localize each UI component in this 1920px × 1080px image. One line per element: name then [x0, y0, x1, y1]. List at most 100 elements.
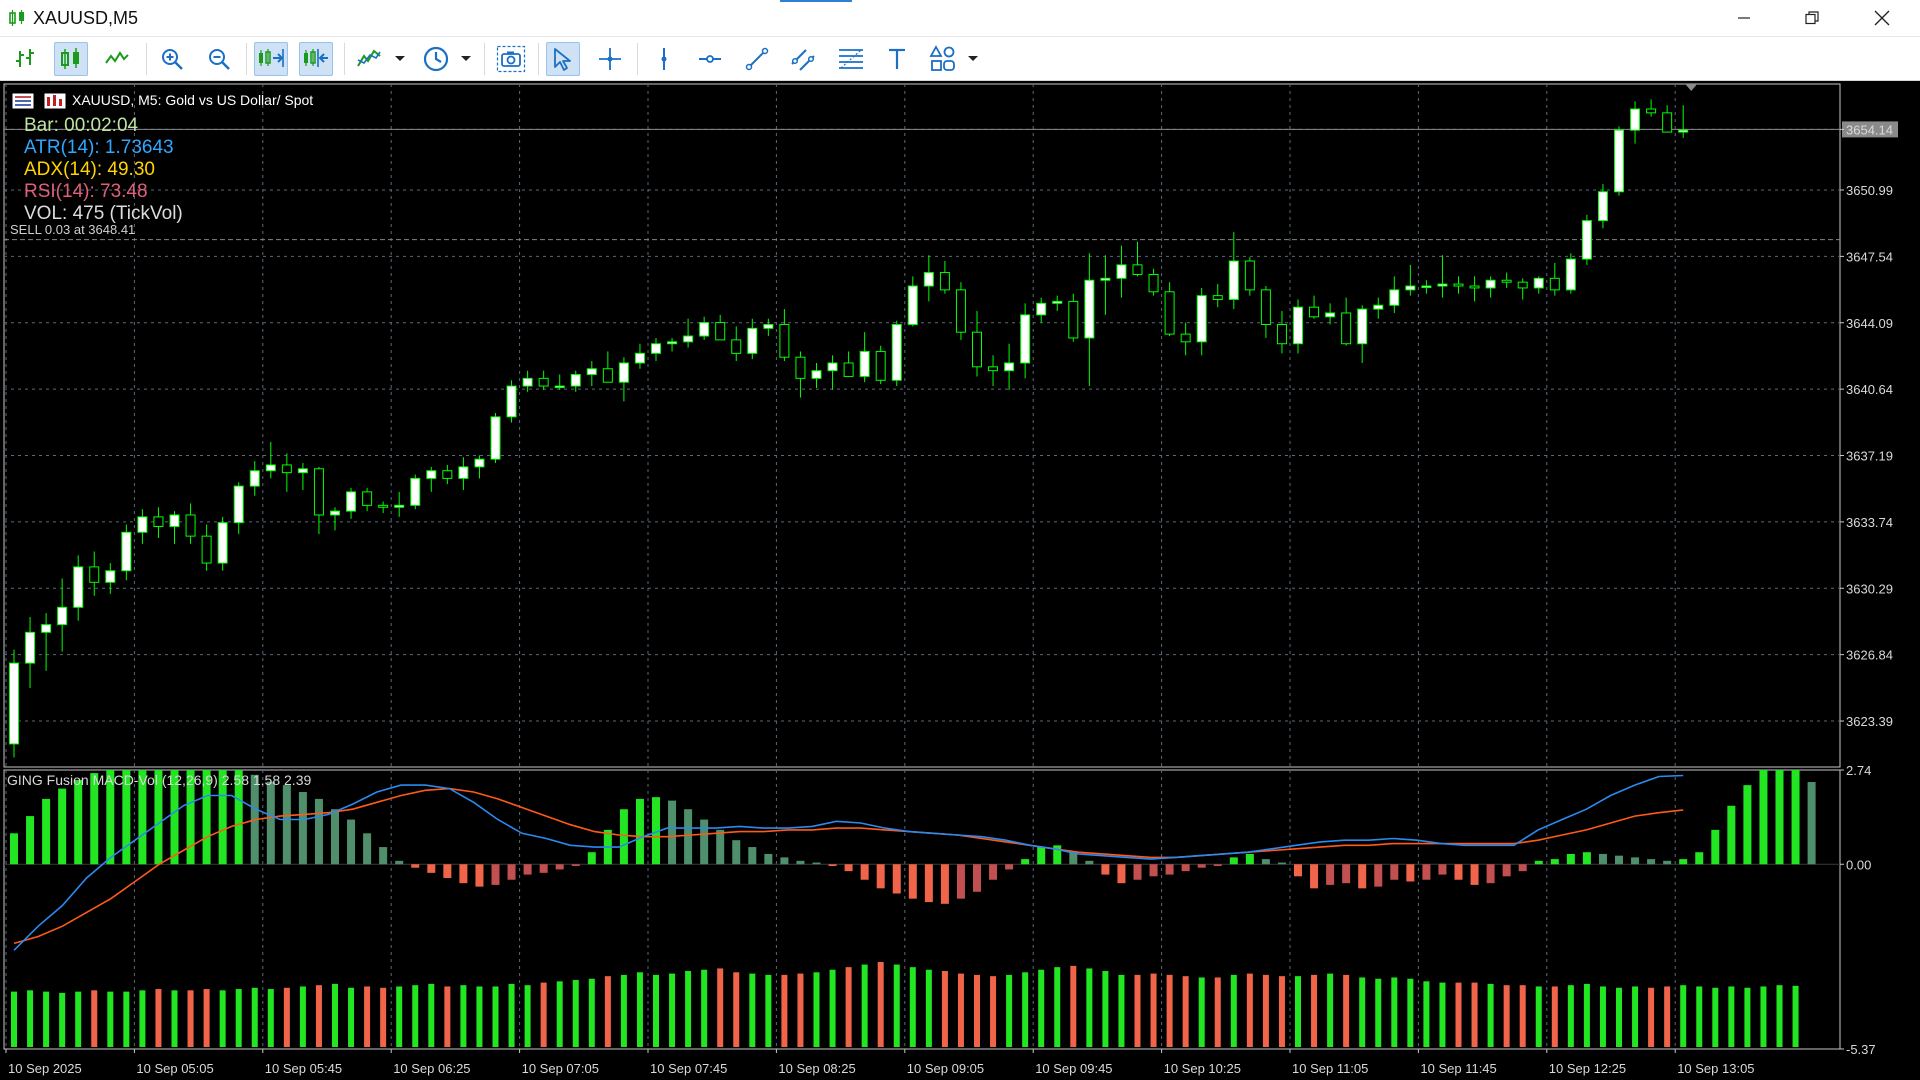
- chevron-down-icon[interactable]: [966, 51, 980, 65]
- restore-button[interactable]: [1778, 0, 1846, 36]
- bull-candle: [1052, 300, 1063, 304]
- camera-icon: [496, 45, 526, 73]
- volume-bar: [492, 986, 499, 1047]
- minimize-button[interactable]: [1710, 0, 1778, 36]
- macd-histogram-bar: [1358, 864, 1367, 889]
- chart-properties-icon[interactable]: [44, 93, 66, 109]
- macd-histogram-bar: [411, 864, 420, 868]
- macd-histogram-bar: [1807, 782, 1816, 865]
- volume-bar: [893, 964, 900, 1047]
- bear-candle: [795, 356, 806, 379]
- volume-bar: [1391, 977, 1398, 1047]
- macd-histogram-bar: [1197, 864, 1206, 868]
- macd-histogram-bar: [764, 853, 773, 865]
- bull-candle: [1437, 283, 1448, 287]
- bull-candle: [1581, 220, 1592, 260]
- bear-candle: [1341, 312, 1352, 345]
- text-button[interactable]: [880, 42, 914, 76]
- volume-bar: [1166, 974, 1173, 1047]
- horizontal-line-icon: [699, 55, 721, 63]
- candlestick-chart-icon: [8, 9, 26, 27]
- shapes-button[interactable]: [926, 42, 960, 76]
- toolbar-separator: [484, 43, 485, 75]
- volume-bar: [974, 974, 980, 1047]
- macd-histogram-bar: [42, 798, 51, 865]
- bear-candle: [939, 272, 950, 291]
- chart-shift-button[interactable]: [299, 42, 333, 76]
- price-axis-label: 3626.84: [1846, 648, 1893, 663]
- candlestick-chart-button[interactable]: [54, 42, 88, 76]
- crosshair-button[interactable]: [593, 42, 627, 76]
- volume-bar: [717, 968, 724, 1047]
- macd-histogram-bar: [1101, 864, 1110, 875]
- toolbar-separator: [538, 43, 539, 75]
- volume-bar: [1262, 974, 1269, 1047]
- volume-bar: [765, 974, 772, 1047]
- equidistant-channel-button[interactable]: [786, 42, 820, 76]
- bull-candle: [522, 377, 533, 387]
- indicators-button[interactable]: [353, 42, 387, 76]
- chart-window[interactable]: 3654.14 3650.99 3647.54 3644.09 3640.64 3637.…: [0, 81, 1920, 1080]
- volume-bar: [1439, 982, 1446, 1047]
- horizontal-line-button[interactable]: [693, 42, 727, 76]
- candlestick-chart-icon: [61, 48, 79, 69]
- bull-candle: [346, 491, 357, 512]
- volume-bar: [1070, 965, 1077, 1047]
- macd-histogram-bar: [732, 840, 741, 865]
- macd-histogram-bar: [1229, 857, 1238, 865]
- vertical-line-button[interactable]: [647, 42, 681, 76]
- close-button[interactable]: [1848, 0, 1916, 36]
- macd-histogram-bar: [1406, 864, 1415, 882]
- volume-bar: [396, 986, 403, 1047]
- bull-candle: [426, 470, 437, 479]
- volume-bar: [1680, 985, 1687, 1047]
- macd-histogram-bar: [379, 847, 388, 865]
- bear-candle: [1453, 283, 1464, 287]
- screenshot-button[interactable]: [494, 42, 528, 76]
- volume-bar: [299, 986, 306, 1047]
- bull-candle: [1100, 277, 1111, 281]
- macd-histogram-bar: [459, 864, 468, 884]
- chart-canvas[interactable]: 3654.14 3650.99 3647.54 3644.09 3640.64 3637.…: [0, 81, 1920, 1080]
- volume-bar: [572, 980, 579, 1047]
- macd-axis-label: 0.00: [1846, 857, 1871, 872]
- bar-chart-button[interactable]: [8, 42, 42, 76]
- menu-icon[interactable]: [12, 93, 34, 109]
- chevron-down-icon[interactable]: [393, 51, 407, 65]
- bull-candle: [763, 323, 774, 329]
- macd-histogram-bar: [1181, 864, 1190, 872]
- bull-candle: [1084, 279, 1095, 339]
- macd-histogram-bar: [1663, 860, 1672, 865]
- fibonacci-button[interactable]: [834, 42, 868, 76]
- bear-candle: [538, 377, 549, 387]
- volume-bar: [1583, 983, 1590, 1047]
- time-axis-label: 10 Sep 11:45: [1420, 1061, 1496, 1076]
- volume-bar: [1278, 976, 1285, 1047]
- zoom-out-button[interactable]: [202, 42, 236, 76]
- macd-histogram-bar: [587, 852, 596, 865]
- cursor-button[interactable]: [546, 42, 580, 76]
- macd-histogram-bar: [1310, 864, 1319, 889]
- zoom-in-button[interactable]: [155, 42, 189, 76]
- volume-bar: [1407, 978, 1414, 1047]
- macd-histogram-bar: [796, 860, 805, 865]
- bull-candle: [554, 385, 565, 389]
- macd-histogram-bar: [1486, 864, 1495, 884]
- timeframes-button[interactable]: [419, 42, 453, 76]
- line-chart-button[interactable]: [100, 42, 134, 76]
- volume-bar: [669, 973, 676, 1047]
- main-pane-frame: [3, 83, 1841, 768]
- volume-bar: [1551, 986, 1558, 1047]
- volume-bar: [588, 978, 595, 1047]
- volume-bar: [267, 989, 274, 1047]
- volume-bar: [524, 985, 531, 1047]
- trendline-button[interactable]: [740, 42, 774, 76]
- bear-candle: [1469, 285, 1480, 289]
- auto-scroll-button[interactable]: [254, 42, 288, 76]
- bull-candle: [1373, 304, 1384, 310]
- chevron-down-icon[interactable]: [459, 51, 473, 65]
- bull-candle: [410, 477, 421, 506]
- volume-bar: [43, 991, 50, 1047]
- volume-bar: [1487, 983, 1494, 1047]
- bull-candle: [137, 516, 148, 533]
